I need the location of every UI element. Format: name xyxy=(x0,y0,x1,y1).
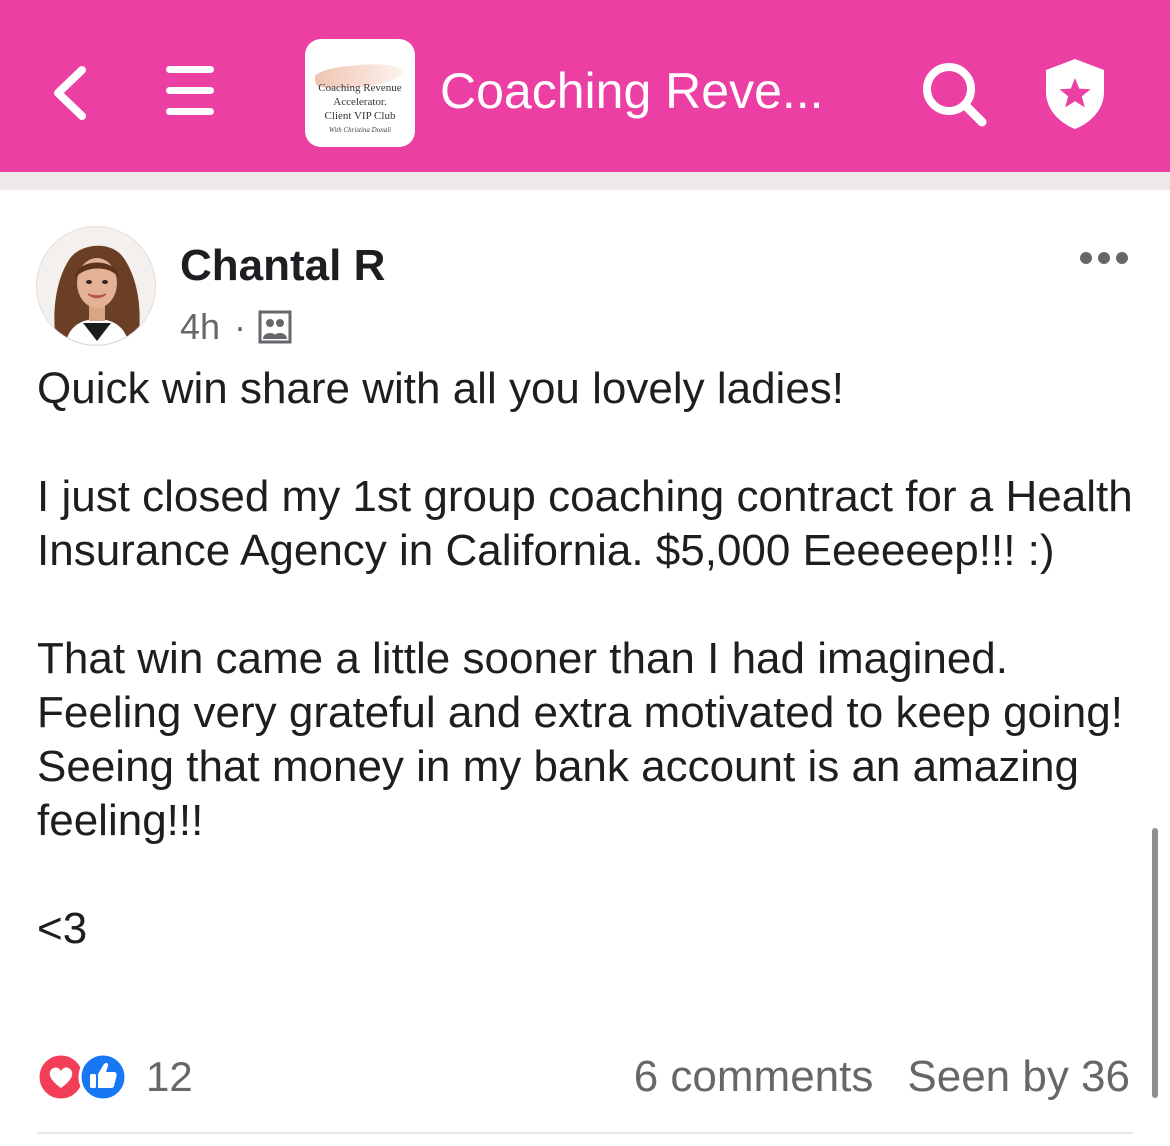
hamburger-menu-icon xyxy=(166,66,214,115)
shield-star-icon xyxy=(1046,59,1104,129)
more-horizontal-icon xyxy=(1080,252,1128,264)
comments-count-link[interactable]: 6 comments xyxy=(634,1052,874,1102)
admin-tools-button[interactable] xyxy=(1040,56,1110,132)
group-header: Coaching Revenue Accelerator. Client VIP… xyxy=(0,0,1170,172)
author-avatar[interactable] xyxy=(36,226,156,346)
logo-text-line3: Client VIP Club xyxy=(324,110,396,122)
post-paragraph-1: Quick win share with all you lovely ladi… xyxy=(37,364,845,413)
logo-text-signature: With Christina Donali xyxy=(328,126,392,134)
group-logo[interactable]: Coaching Revenue Accelerator. Client VIP… xyxy=(305,39,415,147)
meta-separator: · xyxy=(234,306,247,347)
post-body: Quick win share with all you lovely ladi… xyxy=(37,362,1137,956)
logo-text-line1: Coaching Revenue xyxy=(318,82,402,94)
post-paragraph-2: I just closed my 1st group coaching cont… xyxy=(37,472,1133,575)
post-options-button[interactable] xyxy=(1076,238,1132,278)
group-members-icon xyxy=(258,310,292,344)
post-timestamp[interactable]: 4h xyxy=(180,306,220,348)
seen-by-count[interactable]: Seen by 36 xyxy=(907,1052,1130,1102)
chevron-left-icon xyxy=(54,66,86,120)
header-separator xyxy=(0,172,1170,190)
post-meta: 4h · xyxy=(180,305,292,349)
back-button[interactable] xyxy=(44,58,104,128)
post-divider xyxy=(37,1132,1133,1134)
like-reaction-icon xyxy=(78,1052,128,1102)
search-button[interactable] xyxy=(918,58,990,130)
logo-text-line2: Accelerator. xyxy=(333,96,387,108)
group-title[interactable]: Coaching Reve... xyxy=(440,58,824,124)
menu-button[interactable] xyxy=(160,62,220,122)
post-author-name[interactable]: Chantal R xyxy=(180,240,385,292)
search-icon xyxy=(923,63,987,127)
scrollbar-thumb[interactable] xyxy=(1152,828,1158,1098)
avatar-photo xyxy=(37,227,155,345)
name-redaction-blur xyxy=(398,244,528,292)
reaction-count: 12 xyxy=(146,1053,193,1100)
post-paragraph-4: <3 xyxy=(37,904,88,953)
reactions-summary[interactable]: 12 xyxy=(36,1050,193,1104)
post-paragraph-3: That win came a little sooner than I had… xyxy=(37,634,1123,845)
post-stats: 6 comments Seen by 36 xyxy=(634,1050,1130,1104)
